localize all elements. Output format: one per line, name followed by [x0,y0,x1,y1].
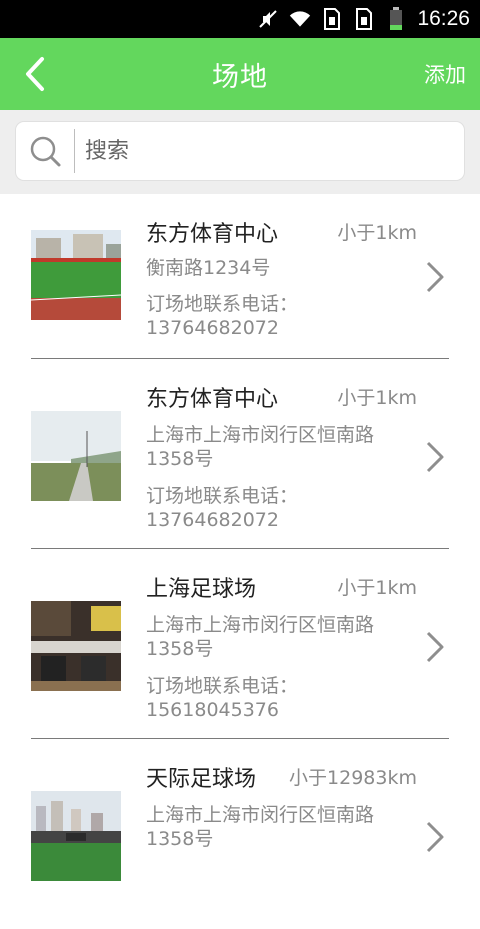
venue-distance: 小于12983km [289,767,417,789]
chevron-right-icon [424,260,446,294]
sim-card-icon [321,8,343,30]
page-title: 场地 [212,61,268,93]
sim-card-icon [353,8,375,30]
chevron-right-icon [424,820,446,854]
status-bar: 16:26 [0,0,480,38]
search-box[interactable] [16,122,464,180]
battery-icon [385,7,407,30]
venue-item[interactable]: 东方体育中心 小于1km 上海市上海市闵行区恒南路1358号 订场地联系电话：1… [0,359,480,549]
venue-thumbnail [31,791,121,881]
search-icon [28,134,62,168]
venue-distance: 小于1km [337,577,417,599]
venue-item[interactable]: 上海足球场 小于1km 上海市上海市闵行区恒南路1358号 订场地联系电话：15… [0,549,480,739]
venue-distance: 小于1km [337,222,417,244]
venue-list: 东方体育中心 小于1km 衡南路1234号 订场地联系电话：1376468207… [0,194,480,929]
venue-name: 天际足球场 [146,767,257,792]
venue-thumbnail [31,230,121,320]
back-button[interactable] [18,56,54,92]
venue-thumbnail [31,601,121,691]
search-input[interactable] [83,137,387,165]
venue-name: 东方体育中心 [146,387,279,412]
mute-icon [257,8,279,30]
wifi-icon [289,8,311,30]
venue-distance: 小于1km [337,387,417,409]
venue-address: 上海市上海市闵行区恒南路1358号 [146,804,375,850]
venue-item[interactable]: 天际足球场 小于12983km 上海市上海市闵行区恒南路1358号 [0,739,480,929]
venue-phone: 订场地联系电话：13764682072 [146,485,299,531]
search-bar [0,110,480,194]
venue-name: 上海足球场 [146,577,257,602]
venue-name: 东方体育中心 [146,222,279,247]
venue-address: 衡南路1234号 [146,257,271,279]
chevron-left-icon [26,57,44,91]
chevron-right-icon [424,630,446,664]
venue-item[interactable]: 东方体育中心 小于1km 衡南路1234号 订场地联系电话：1376468207… [0,194,480,359]
add-button[interactable]: 添加 [424,59,466,89]
venue-phone: 订场地联系电话：13764682072 [146,293,299,339]
venue-phone: 订场地联系电话：15618045376 [146,675,299,721]
status-time: 16:26 [417,7,470,30]
search-divider [74,129,75,173]
venue-address: 上海市上海市闵行区恒南路1358号 [146,424,375,470]
chevron-right-icon [424,440,446,474]
venue-address: 上海市上海市闵行区恒南路1358号 [146,614,375,660]
header-bar: 场地 添加 [0,38,480,110]
venue-thumbnail [31,411,121,501]
